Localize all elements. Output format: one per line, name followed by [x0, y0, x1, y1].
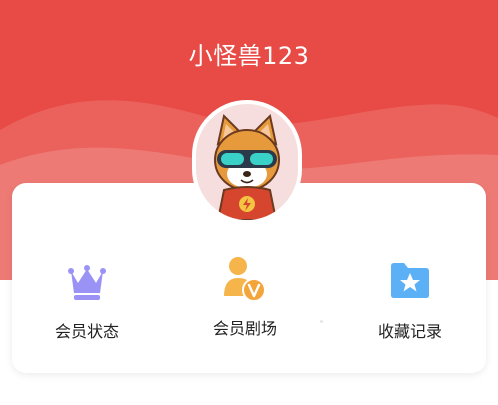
divider-dot — [320, 320, 323, 323]
menu-item-label: 收藏记录 — [377, 322, 442, 341]
crown-icon — [68, 265, 106, 300]
menu-item-label: 会员剧场 — [212, 319, 277, 338]
member-theater-icon — [224, 257, 266, 302]
shiba-inu-avatar-icon — [214, 113, 280, 220]
username-title: 小怪兽123 — [188, 42, 310, 70]
menu-item-label: 会员状态 — [54, 322, 119, 341]
avatar[interactable] — [196, 104, 298, 220]
star-folder-icon — [391, 263, 429, 298]
